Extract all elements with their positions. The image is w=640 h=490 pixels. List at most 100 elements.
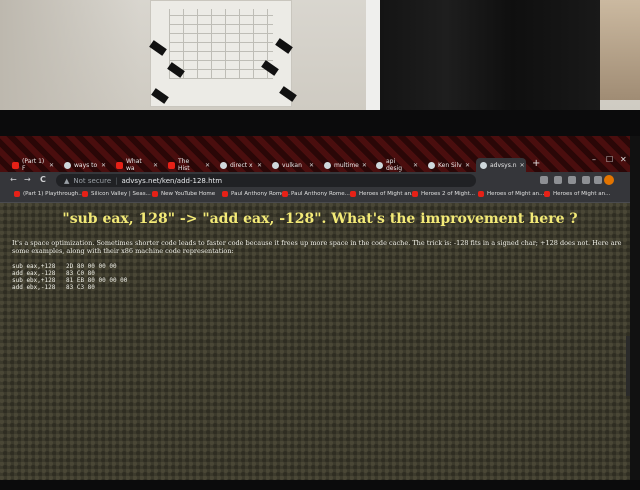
code-bytes: 81 EB 80 00 00 00 [66,277,128,284]
browser-tab[interactable]: (Part 1) F ✕ [8,158,58,172]
sidepanel-icon[interactable] [594,176,602,184]
globe-icon [64,161,71,169]
new-tab-button[interactable]: + [532,158,540,169]
tab-close-icon[interactable]: ✕ [413,162,418,169]
tab-label: direct x [230,161,253,169]
globe-icon [220,161,227,169]
browser-tab[interactable]: advsys.n ✕ [476,158,526,172]
bookmark-item[interactable]: Paul Anthony Rome... [282,191,350,197]
page-title: "sub eax, 128" -> "add eax, -128". What'… [62,211,578,227]
browser-tab[interactable]: api desig ✕ [372,158,422,172]
browser-tab[interactable]: ways to ✕ [60,158,110,172]
tab-label: ways to [74,161,98,169]
security-label[interactable]: Not secure [73,177,111,185]
bookmark-item[interactable]: Silicon Valley | Seas... [82,191,151,197]
bookmark-label: Heroes 2 of Might... [421,191,475,197]
window-minimize-button[interactable]: – [592,155,596,164]
tab-label: (Part 1) F [22,158,45,172]
youtube-icon [14,191,20,197]
browser-toolbar: ← → C ▲ Not secure | advsys.net/ken/add-… [0,172,640,189]
code-instruction: sub eax,+128 [12,263,56,270]
profile-avatar[interactable] [604,175,614,185]
tab-label: What wa [126,158,142,172]
globe-icon [428,161,435,169]
monitor-screen: (Part 1) F ✕ ways to ✕ What wa ✕ The Hist ✕ dire… [0,136,640,480]
forward-button[interactable]: → [24,175,31,184]
tab-label: advsys.n [490,161,517,169]
back-button[interactable]: ← [10,175,17,184]
code-row: add eax,-128 83 C0 80 [12,270,127,277]
bookmark-item[interactable]: (Part 1) Playthrough... [14,191,83,197]
youtube-icon [82,191,88,197]
youtube-icon [168,161,175,169]
bookmarks-bar: (Part 1) Playthrough... Silicon Valley | … [0,189,640,203]
tab-label: vulkan [282,161,302,169]
youtube-icon [544,191,550,197]
bookmark-item[interactable]: Paul Anthony Rome... [222,191,290,197]
bookmark-item[interactable]: Heroes of Might an... [544,191,610,197]
bookmark-label: Heroes of Might an... [359,191,417,197]
share-icon[interactable] [540,176,548,184]
code-block: sub eax,+128 2D 80 00 00 00 add eax,-128 83… [12,263,127,291]
code-row: sub eax,+128 2D 80 00 00 00 [12,263,127,270]
address-bar[interactable]: ▲ Not secure | advsys.net/ken/add-128.ht… [56,174,476,187]
browser-tab[interactable]: What wa ✕ [112,158,162,172]
code-instruction: sub ebx,+128 [12,277,56,284]
code-instruction: add ebx,-128 [12,284,56,291]
bookmark-star-icon[interactable] [554,176,562,184]
code-row: sub ebx,+128 81 EB 80 00 00 00 [12,277,127,284]
tab-close-icon[interactable]: ✕ [309,162,314,169]
browser-tab[interactable]: direct x ✕ [216,158,266,172]
bookmark-label: New YouTube Home [161,191,216,197]
tab-strip: (Part 1) F ✕ ways to ✕ What wa ✕ The Hist ✕ dire… [0,136,640,172]
tab-close-icon[interactable]: ✕ [257,162,262,169]
tab-close-icon[interactable]: ✕ [362,162,367,169]
url-text[interactable]: advsys.net/ken/add-128.htm [122,177,223,185]
tab-close-icon[interactable]: ✕ [101,162,106,169]
youtube-icon [412,191,418,197]
bookmark-item[interactable]: Heroes 2 of Might... [412,191,475,197]
bookmark-item[interactable]: Heroes of Might an... [350,191,416,197]
youtube-icon [152,191,158,197]
address-separator: | [115,176,118,185]
page-paragraph: It's a space optimization. Sometimes sho… [12,239,622,255]
bookmark-label: Heroes of Might an... [553,191,611,197]
browser-tab[interactable]: multime ✕ [320,158,370,172]
globe-icon [324,161,331,169]
extensions-icon[interactable] [568,176,576,184]
globe-icon [480,161,487,169]
tab-close-icon[interactable]: ✕ [520,162,525,169]
tab-label: The Hist [178,158,190,172]
tab-label: Ken Silv [438,161,462,169]
code-bytes: 83 C0 80 [66,270,95,277]
window-maximize-button[interactable]: ☐ [606,155,613,164]
window-close-button[interactable]: ✕ [620,155,627,164]
poster-grid [169,9,273,79]
bookmark-label: Silicon Valley | Seas... [91,191,151,197]
tab-close-icon[interactable]: ✕ [153,162,158,169]
tab-close-icon[interactable]: ✕ [205,162,210,169]
bookmark-label: (Part 1) Playthrough... [23,191,84,197]
globe-icon [376,161,383,169]
bookmark-label: Paul Anthony Rome... [291,191,350,197]
youtube-icon [116,161,123,169]
tab-close-icon[interactable]: ✕ [465,162,470,169]
tab-label: multime [334,161,359,169]
youtube-icon [282,191,288,197]
globe-icon [272,161,279,169]
code-instruction: add eax,-128 [12,270,56,277]
code-bytes: 83 C3 80 [66,284,95,291]
media-icon[interactable] [582,176,590,184]
youtube-icon [478,191,484,197]
warning-icon[interactable]: ▲ [64,177,69,185]
browser-tab[interactable]: vulkan ✕ [268,158,318,172]
tab-close-icon[interactable]: ✕ [49,162,54,169]
monitor-edge [630,136,640,480]
browser-tab[interactable]: The Hist ✕ [164,158,214,172]
web-page: "sub eax, 128" -> "add eax, -128". What'… [0,203,640,480]
bookmark-item[interactable]: Heroes of Might an... [478,191,544,197]
bookmark-item[interactable]: New YouTube Home [152,191,215,197]
reload-button[interactable]: C [40,175,46,184]
browser-tab[interactable]: Ken Silv ✕ [424,158,474,172]
doorframe [600,0,640,100]
